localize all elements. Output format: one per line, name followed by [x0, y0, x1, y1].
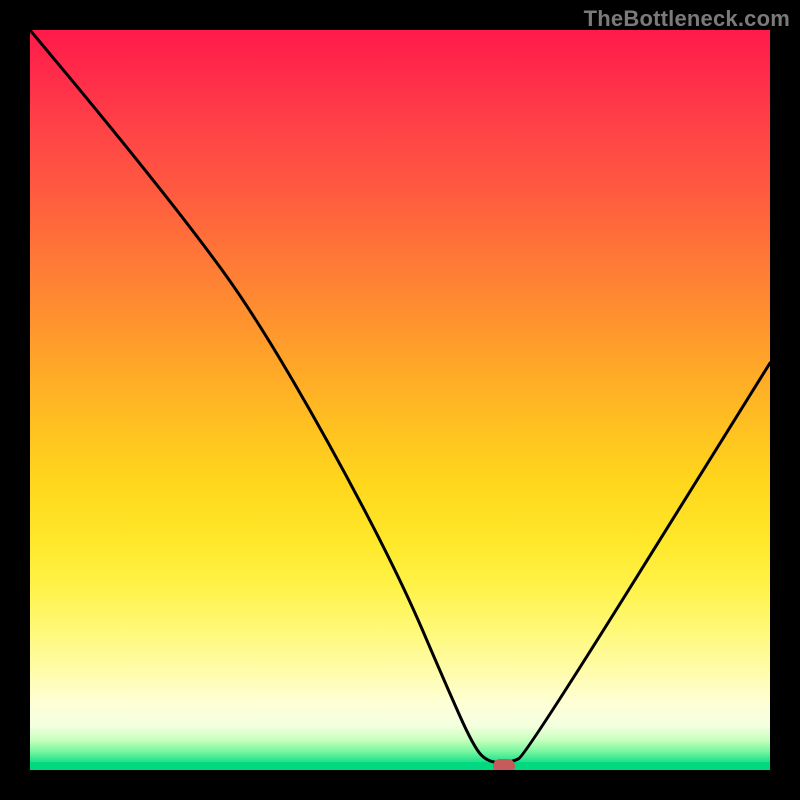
watermark-label: TheBottleneck.com	[584, 6, 790, 32]
bottleneck-curve	[30, 30, 770, 770]
plot-area	[30, 30, 770, 770]
chart-frame: TheBottleneck.com	[0, 0, 800, 800]
optimal-marker	[493, 759, 515, 770]
